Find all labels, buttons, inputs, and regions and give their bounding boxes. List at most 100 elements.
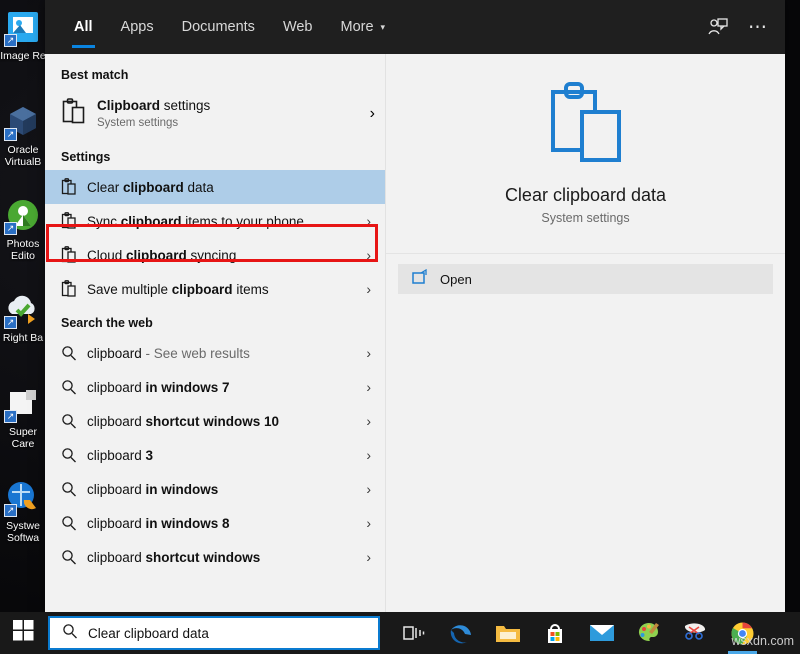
shortcut-arrow-icon: ↗ bbox=[4, 316, 17, 329]
preview-title: Clear clipboard data bbox=[504, 185, 667, 205]
desktop-icon-label: Photos Edito bbox=[6, 238, 40, 262]
settings-header: Settings bbox=[61, 150, 111, 164]
systweak-software-icon: ↗ bbox=[2, 476, 44, 518]
chevron-right-icon: › bbox=[369, 105, 375, 122]
chevron-right-icon: › bbox=[366, 481, 371, 497]
search-icon bbox=[61, 481, 87, 497]
result-cloud-clipboard-syncing[interactable]: Cloud clipboard syncing › bbox=[45, 238, 385, 272]
result-save-multiple-clipboard-items[interactable]: Save multiple clipboard items › bbox=[45, 272, 385, 306]
search-input-value: Clear clipboard data bbox=[88, 625, 209, 641]
chevron-down-icon: ▾ bbox=[380, 21, 386, 32]
search-icon bbox=[62, 623, 78, 644]
search-icon bbox=[61, 379, 87, 395]
paint-3d-icon[interactable] bbox=[625, 612, 672, 654]
tab-more[interactable]: More ▾ bbox=[327, 0, 400, 54]
result-label: clipboard in windows 7 bbox=[87, 379, 230, 395]
mail-icon[interactable] bbox=[578, 612, 625, 654]
result-sync-clipboard-items[interactable]: Sync clipboard items to your phone › bbox=[45, 204, 385, 238]
result-label: clipboard shortcut windows 10 bbox=[87, 413, 280, 429]
search-icon bbox=[61, 345, 87, 361]
open-external-icon bbox=[412, 268, 428, 290]
result-label: clipboard 3 bbox=[87, 447, 154, 463]
tab-all[interactable]: All bbox=[60, 0, 107, 54]
shortcut-arrow-icon: ↗ bbox=[4, 34, 17, 47]
taskbar-icon-strip bbox=[390, 612, 766, 654]
more-options-icon[interactable]: ⋯ bbox=[748, 16, 769, 39]
desktop-icon-label: Right Ba bbox=[2, 332, 44, 344]
desktop-icon-label: Image Re bbox=[0, 50, 46, 62]
web-result-item[interactable]: clipboard 3 › bbox=[45, 438, 385, 472]
search-web-header: Search the web bbox=[61, 316, 153, 330]
open-action-button[interactable]: Open bbox=[398, 264, 773, 294]
preview-subtitle: System settings bbox=[541, 211, 630, 225]
preview-pane: Clear clipboard data System settings Ope… bbox=[385, 54, 785, 612]
result-label: Save multiple clipboard items bbox=[87, 281, 269, 297]
preview-hero: Clear clipboard data System settings bbox=[386, 54, 785, 254]
desktop-icon-label: Systwe Softwa bbox=[6, 520, 40, 544]
web-result-item[interactable]: clipboard - See web results › bbox=[45, 336, 385, 370]
desktop-icon-list: ↗ Image Re ↗ Oracle VirtualB ↗ Photos Ed… bbox=[0, 0, 46, 612]
search-icon bbox=[61, 413, 87, 429]
chevron-right-icon: › bbox=[366, 549, 371, 565]
search-panel-body: Best match Clipboard settings System set… bbox=[45, 54, 785, 612]
chevron-right-icon: › bbox=[366, 447, 371, 463]
web-result-item[interactable]: clipboard in windows › bbox=[45, 472, 385, 506]
task-view-icon[interactable] bbox=[390, 612, 437, 654]
desktop-icon-photos-editor[interactable]: ↗ Photos Edito bbox=[0, 194, 46, 278]
edge-icon[interactable] bbox=[437, 612, 484, 654]
start-button[interactable] bbox=[0, 612, 46, 654]
best-match-title: Clipboard settings bbox=[97, 97, 211, 113]
desktop-icon-virtualbox[interactable]: ↗ Oracle VirtualB bbox=[0, 100, 46, 184]
search-flyout: All Apps Documents Web More ▾ ⋯ Best mat… bbox=[45, 0, 785, 612]
chevron-right-icon: › bbox=[366, 515, 371, 531]
tabbar-actions: ⋯ bbox=[708, 0, 785, 54]
chevron-right-icon: › bbox=[366, 413, 371, 429]
shortcut-arrow-icon: ↗ bbox=[4, 222, 17, 235]
chevron-right-icon: › bbox=[366, 345, 371, 361]
chevron-right-icon: › bbox=[366, 213, 371, 229]
taskbar: Clear clipboard data wsxdn.com bbox=[0, 612, 800, 654]
clipboard-icon bbox=[547, 82, 625, 169]
clipboard-icon bbox=[61, 178, 87, 196]
best-match-item[interactable]: Clipboard settings System settings › bbox=[45, 88, 385, 140]
open-label: Open bbox=[440, 271, 472, 287]
snip-tool-icon[interactable] bbox=[672, 612, 719, 654]
desktop-icon-systweak-software[interactable]: ↗ Systwe Softwa bbox=[0, 476, 46, 560]
right-backup-icon: ↗ bbox=[2, 288, 44, 330]
search-icon bbox=[61, 515, 87, 531]
result-label: clipboard in windows bbox=[87, 481, 219, 497]
file-explorer-icon[interactable] bbox=[484, 612, 531, 654]
watermark-text: wsxdn.com bbox=[731, 634, 794, 648]
web-result-item[interactable]: clipboard in windows 8 › bbox=[45, 506, 385, 540]
clipboard-icon bbox=[61, 212, 87, 230]
tab-apps[interactable]: Apps bbox=[107, 0, 168, 54]
clipboard-icon bbox=[61, 246, 87, 264]
microsoft-store-icon[interactable] bbox=[531, 612, 578, 654]
search-icon bbox=[61, 447, 87, 463]
desktop-icon-right-backup[interactable]: ↗ Right Ba bbox=[0, 288, 46, 372]
shortcut-arrow-icon: ↗ bbox=[4, 410, 17, 423]
clipboard-icon bbox=[61, 280, 87, 298]
chevron-right-icon: › bbox=[366, 281, 371, 297]
search-icon bbox=[61, 549, 87, 565]
desktop-icon-label: Oracle VirtualB bbox=[4, 144, 42, 168]
web-result-item[interactable]: clipboard in windows 7 › bbox=[45, 370, 385, 404]
windows-logo-icon bbox=[12, 620, 34, 646]
web-result-item[interactable]: clipboard shortcut windows 10 › bbox=[45, 404, 385, 438]
shortcut-arrow-icon: ↗ bbox=[4, 128, 17, 141]
result-label: Sync clipboard items to your phone bbox=[87, 213, 304, 229]
result-label: clipboard shortcut windows bbox=[87, 549, 261, 565]
chevron-right-icon: › bbox=[366, 379, 371, 395]
tab-documents[interactable]: Documents bbox=[168, 0, 269, 54]
taskbar-search-input[interactable]: Clear clipboard data bbox=[48, 616, 380, 650]
web-result-item[interactable]: clipboard shortcut windows › bbox=[45, 540, 385, 574]
result-label: Cloud clipboard syncing bbox=[87, 247, 237, 263]
result-label: clipboard - See web results bbox=[87, 345, 250, 361]
result-label: Clear clipboard data bbox=[87, 179, 214, 195]
desktop-icon-super-care[interactable]: ↗ Super Care bbox=[0, 382, 46, 466]
tab-web[interactable]: Web bbox=[269, 0, 327, 54]
desktop-icon-label: Super Care bbox=[8, 426, 38, 450]
feedback-icon[interactable] bbox=[708, 17, 728, 37]
desktop-icon-image-resizer[interactable]: ↗ Image Re bbox=[0, 6, 46, 90]
result-clear-clipboard-data[interactable]: Clear clipboard data bbox=[45, 170, 385, 204]
